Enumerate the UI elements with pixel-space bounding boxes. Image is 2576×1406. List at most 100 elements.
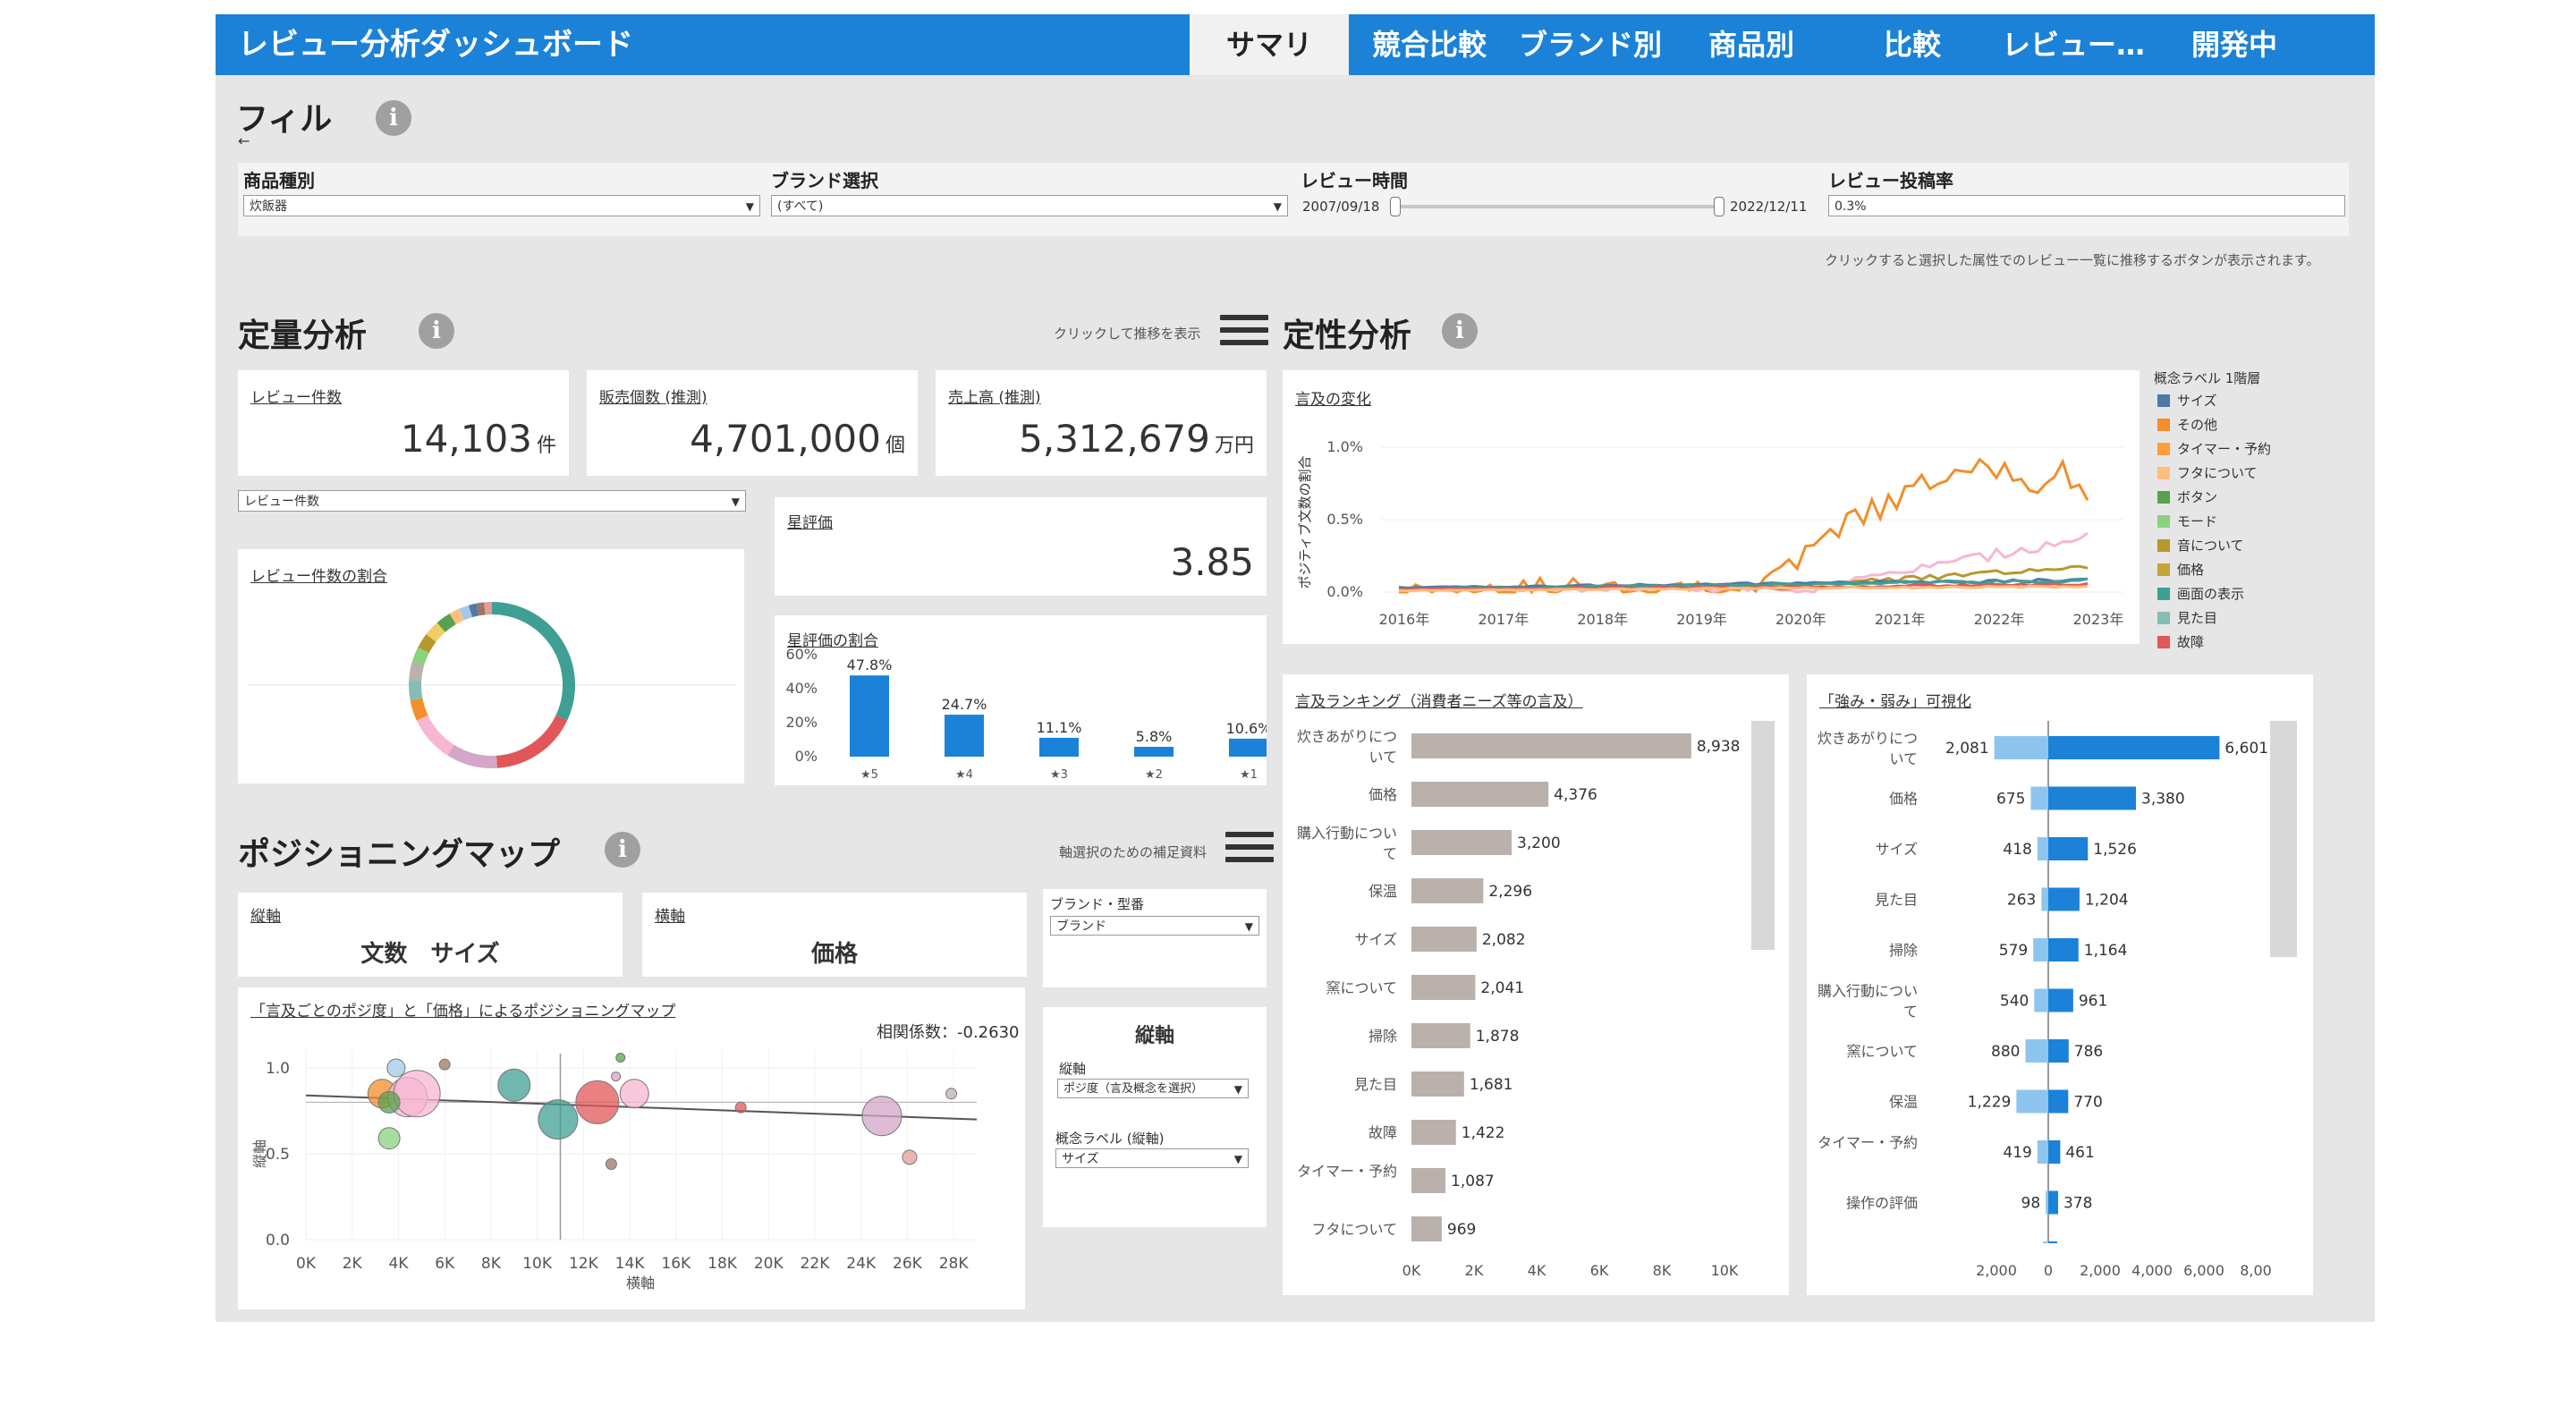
scatter-bubble[interactable] [615,1052,626,1063]
slider-handle-start[interactable] [1390,197,1401,216]
concept-select[interactable]: サイズ ▼ [1055,1148,1249,1168]
collapse-arrow-icon[interactable]: ← [238,132,250,149]
legend-item[interactable]: ボタン [2157,485,2271,509]
ranking-bar[interactable] [1411,878,1484,903]
scatter-bubble[interactable] [438,1058,451,1071]
legend-item[interactable]: 故障 [2157,630,2271,654]
strength-bar[interactable] [2048,887,2080,911]
weakness-bar[interactable] [2046,1190,2048,1215]
donut-slice[interactable] [459,605,473,621]
ranking-scrollbar[interactable] [1751,721,1775,950]
scatter-bubble[interactable] [377,1127,401,1150]
scatter-bubble[interactable] [605,1158,617,1171]
tab-product[interactable]: 商品別 [1671,14,1832,75]
scatter-bubble[interactable] [945,1088,958,1100]
legend-item[interactable]: その他 [2157,412,2271,436]
donut-slice[interactable] [469,603,479,618]
ranking-bar[interactable] [1411,733,1691,758]
weakness-bar[interactable] [1994,736,2048,759]
scatter-bubble[interactable] [619,1079,649,1109]
strength-bar[interactable] [2048,938,2079,961]
tab-summary[interactable]: サマリ [1190,14,1349,75]
metric-select[interactable]: レビュー件数 ▼ [238,490,746,512]
strength-bar[interactable] [2048,1089,2069,1114]
ranking-bar[interactable] [1411,1023,1470,1048]
scatter-bubble[interactable] [393,1070,441,1118]
ranking-bar[interactable] [1411,1216,1442,1241]
donut-slice[interactable] [496,715,568,768]
star-bar[interactable] [1039,737,1079,757]
trend-link[interactable]: クリックして推移を表示 [1054,324,1201,343]
weakness-bar[interactable] [2034,988,2048,1012]
scatter-bubble[interactable] [611,1071,622,1082]
legend-item[interactable]: フタについて [2157,461,2271,485]
post-rate-input[interactable]: 0.3% [1828,195,2345,216]
ranking-bar[interactable] [1411,782,1549,807]
tab-compare[interactable]: 比較 [1832,14,1993,75]
quant-info-icon[interactable]: i [419,313,454,349]
donut-slice[interactable] [409,680,423,701]
ranking-bar[interactable] [1411,830,1512,855]
legend-item[interactable]: 音について [2157,533,2271,557]
legend-item[interactable]: タイマー・予約 [2157,436,2271,461]
strength-bar[interactable] [2048,786,2137,810]
star-bar[interactable] [1134,746,1174,757]
tab-brand[interactable]: ブランド別 [1510,14,1671,75]
legend-item[interactable]: モード [2157,509,2271,533]
positioning-info-icon[interactable]: i [605,832,640,868]
weakness-bar[interactable] [2041,887,2048,911]
donut-slice[interactable] [410,698,428,721]
strength-scrollbar[interactable] [2270,721,2297,957]
weakness-bar[interactable] [2037,1140,2048,1164]
tab-competitor[interactable]: 競合比較 [1349,14,1510,75]
legend-item[interactable]: 画面の表示 [2157,581,2271,606]
menu-icon[interactable] [1225,832,1274,868]
scatter-bubble[interactable] [734,1101,747,1114]
slider-handle-end[interactable] [1714,197,1724,216]
strength-bar[interactable] [2048,837,2089,860]
donut-slice[interactable] [491,602,575,721]
weakness-bar[interactable] [2037,837,2048,860]
brand-type-select[interactable]: ブランド ▼ [1050,916,1259,936]
scatter-bubble[interactable] [861,1096,902,1137]
donut-slice[interactable] [436,613,456,632]
star-bar[interactable] [850,675,889,757]
legend-item[interactable]: 価格 [2157,557,2271,581]
strength-bar[interactable] [2048,988,2073,1012]
weakness-bar[interactable] [2016,1089,2048,1114]
brand-select[interactable]: (すべて) ▼ [771,195,1288,216]
donut-slice[interactable] [416,715,454,756]
weakness-bar[interactable] [2025,1039,2048,1063]
product-type-select[interactable]: 炊飯器 ▼ [243,195,760,216]
donut-slice[interactable] [449,608,464,625]
ranking-bar[interactable] [1411,1071,1464,1097]
donut-slice[interactable] [426,623,445,642]
review-time-slider-track[interactable] [1395,205,1717,208]
tab-dev[interactable]: 開発中 [2154,14,2315,75]
donut-slice[interactable] [447,744,497,768]
star-bar[interactable] [945,715,984,757]
star-bar[interactable] [1229,738,1267,757]
donut-slice[interactable] [476,602,486,616]
ranking-bar[interactable] [1411,927,1477,952]
scatter-bubble[interactable] [902,1149,918,1165]
weakness-bar[interactable] [2030,786,2048,810]
filter-info-icon[interactable]: i [376,100,411,136]
scatter-bubble[interactable] [386,1058,406,1078]
weakness-bar[interactable] [2033,938,2048,961]
strength-bar[interactable] [2048,736,2220,759]
menu-icon[interactable] [1220,315,1268,351]
ranking-bar[interactable] [1411,1168,1446,1193]
ranking-bar[interactable] [1411,975,1476,1000]
strength-bar[interactable] [2048,1140,2061,1164]
helper-link[interactable]: 軸選択のための補足資料 [1059,843,1207,861]
scatter-bubble[interactable] [538,1099,579,1140]
legend-item[interactable]: サイズ [2157,388,2271,412]
strength-bar[interactable] [2048,1190,2058,1215]
scatter-bubble[interactable] [575,1080,620,1124]
tab-review[interactable]: レビュー… [1993,14,2154,75]
strength-bar[interactable] [2048,1039,2069,1063]
donut-slice[interactable] [411,647,429,666]
donut-slice[interactable] [418,633,436,654]
ranking-bar[interactable] [1411,1120,1456,1145]
